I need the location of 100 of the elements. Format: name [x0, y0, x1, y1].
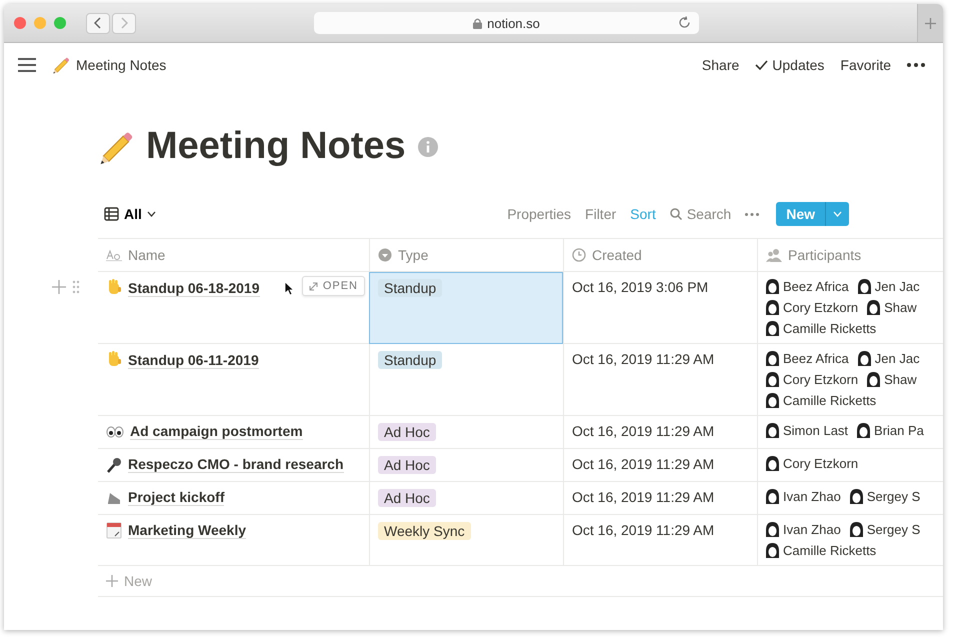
type-cell[interactable]: Ad Hoc	[369, 482, 563, 515]
avatar-icon	[764, 521, 779, 538]
breadcrumb-title[interactable]: Meeting Notes	[76, 57, 166, 73]
new-tab-button[interactable]	[917, 4, 943, 42]
participant-name: Cory Etzkorn	[783, 372, 858, 387]
avatar-icon	[764, 455, 779, 472]
close-window-button[interactable]	[14, 17, 26, 29]
hand-icon	[106, 351, 122, 369]
avatar-icon	[856, 350, 871, 367]
page-link[interactable]: Project kickoff	[128, 489, 224, 506]
type-cell[interactable]: Weekly Sync	[369, 515, 563, 566]
participant-name: Jen Jac	[874, 351, 920, 366]
type-tag: Ad Hoc	[378, 423, 436, 441]
participant-name: Cory Etzkorn	[783, 300, 858, 315]
avatar-icon	[764, 278, 779, 295]
participant-name: Sergey S	[866, 489, 920, 504]
chevron-down-icon	[833, 211, 842, 217]
topbar-action[interactable]: Favorite	[834, 57, 897, 73]
back-button[interactable]	[86, 12, 110, 34]
type-tag: Ad Hoc	[378, 456, 436, 474]
created-date: Oct 16, 2019 11:29 AM	[572, 489, 714, 505]
more-icon	[745, 212, 760, 216]
avatar-icon	[764, 299, 779, 316]
participant-name: Camille Ricketts	[783, 543, 876, 558]
dropdown-icon	[378, 248, 392, 262]
pencil-icon	[52, 56, 70, 74]
type-cell[interactable]: Standup	[369, 272, 563, 344]
avatar-icon	[848, 488, 863, 505]
type-tag: Ad Hoc	[378, 489, 436, 507]
type-cell[interactable]: Ad Hoc	[369, 449, 563, 482]
avatar-icon	[865, 299, 880, 316]
participant-name: Sergey S	[866, 522, 920, 537]
url-text: notion.so	[487, 16, 540, 30]
page-link[interactable]: Respeczo CMO - brand research	[128, 456, 344, 473]
plus-icon	[106, 575, 118, 587]
avatar-icon	[855, 422, 870, 439]
eyes-icon	[106, 426, 124, 438]
participant-name: Brian Pa	[874, 423, 924, 438]
type-tag: Weekly Sync	[378, 522, 471, 540]
created-date: Oct 16, 2019 11:29 AM	[572, 522, 714, 538]
page-link[interactable]: Marketing Weekly	[128, 522, 246, 539]
avatar-icon	[764, 488, 779, 505]
toolbar-action[interactable]: Search	[662, 206, 738, 222]
type-tag: Standup	[378, 351, 442, 369]
address-bar[interactable]: notion.so	[314, 12, 699, 34]
table-icon	[104, 207, 119, 221]
minimize-window-button[interactable]	[34, 17, 46, 29]
type-cell[interactable]: Ad Hoc	[369, 416, 563, 449]
menu-icon	[18, 58, 36, 72]
drag-handle-icon	[72, 280, 80, 294]
lock-icon	[473, 18, 482, 28]
search-icon	[670, 208, 682, 220]
type-cell[interactable]: Standup	[369, 344, 563, 416]
avatar-icon	[865, 371, 880, 388]
mouse-cursor-icon	[284, 280, 294, 296]
page-link[interactable]: Standup 06-18-2019	[128, 280, 260, 296]
avatar-icon	[764, 422, 779, 439]
calendar-icon	[106, 522, 122, 539]
reload-icon	[678, 16, 691, 29]
participant-name: Ivan Zhao	[783, 489, 841, 504]
avatar-icon	[764, 350, 779, 367]
participant-name: Cory Etzkorn	[783, 456, 858, 471]
topbar-action[interactable]: Updates	[749, 57, 830, 73]
participant-name: Camille Ricketts	[783, 321, 876, 336]
toolbar-action[interactable]: Properties	[500, 206, 578, 222]
hand-icon	[106, 279, 122, 297]
zoom-window-button[interactable]	[54, 17, 66, 29]
text-type-icon	[106, 249, 122, 261]
more-icon	[907, 63, 925, 67]
column-header[interactable]: Created	[563, 239, 757, 272]
type-tag: Standup	[378, 279, 442, 297]
menu-button[interactable]	[18, 58, 36, 72]
clock-icon	[572, 248, 586, 262]
topbar-action[interactable]: Share	[696, 57, 746, 73]
column-header[interactable]: Participants	[757, 239, 943, 272]
chevron-down-icon	[146, 211, 156, 217]
view-selector[interactable]: All	[98, 206, 162, 222]
info-icon	[418, 136, 438, 156]
created-date: Oct 16, 2019 11:29 AM	[572, 351, 714, 367]
open-button[interactable]: OPEN	[302, 276, 365, 296]
participant-name: Shaw	[884, 372, 917, 387]
people-icon	[766, 248, 782, 262]
page-link[interactable]: Ad campaign postmortem	[130, 423, 303, 440]
participant-name: Camille Ricketts	[783, 393, 876, 408]
microphone-icon	[106, 456, 122, 472]
avatar-icon	[856, 278, 871, 295]
participant-name: Ivan Zhao	[783, 522, 841, 537]
page-link[interactable]: Standup 06-11-2019	[128, 352, 259, 368]
avatar-icon	[764, 320, 779, 337]
add-icon	[52, 280, 66, 294]
page-title: Meeting Notes	[146, 125, 406, 168]
avatar-icon	[764, 392, 779, 409]
chevron-right-icon	[120, 17, 128, 29]
column-header[interactable]: Name	[98, 239, 369, 272]
avatar-icon	[848, 521, 863, 538]
created-date: Oct 16, 2019 11:29 AM	[572, 423, 714, 439]
participant-name: Beez Africa	[783, 279, 849, 294]
created-date: Oct 16, 2019 11:29 AM	[572, 456, 714, 472]
participant-name: Simon Last	[783, 423, 848, 438]
toolbar-action[interactable]: Filter	[578, 206, 624, 222]
